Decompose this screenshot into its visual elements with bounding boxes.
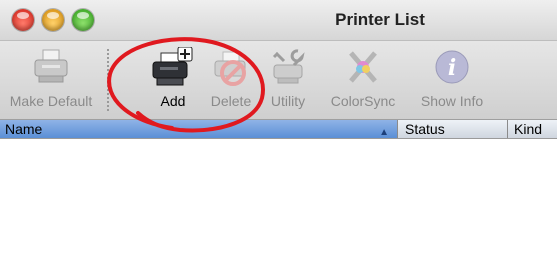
colorsync-button[interactable]: ColorSync	[322, 47, 404, 109]
zoom-window-button[interactable]	[72, 9, 94, 31]
info-icon: i	[435, 50, 469, 84]
column-header-status[interactable]: Status	[399, 120, 508, 138]
window-title: Printer List	[335, 10, 425, 29]
add-printer-icon	[152, 47, 193, 86]
utility-button[interactable]: Utility	[258, 47, 318, 109]
delete-button[interactable]: Delete	[205, 47, 257, 109]
add-button[interactable]: Add	[143, 47, 203, 109]
toolbar-separator	[107, 49, 109, 111]
show-info-button[interactable]: i Show Info	[412, 47, 492, 109]
table-header: Name ▲ Status Kind	[0, 120, 557, 139]
utility-icon	[272, 49, 305, 84]
close-window-button[interactable]	[12, 9, 34, 31]
make-default-label: Make Default	[9, 93, 93, 109]
column-header-kind-label: Kind	[514, 121, 543, 137]
column-header-kind[interactable]: Kind	[509, 120, 557, 138]
colorsync-icon	[349, 51, 377, 83]
add-label: Add	[160, 93, 186, 109]
printer-list[interactable]	[0, 139, 557, 277]
delete-label: Delete	[210, 93, 252, 109]
delete-printer-icon	[214, 51, 246, 86]
title-bar: Printer List	[0, 0, 557, 41]
colorsync-label: ColorSync	[330, 93, 396, 109]
printer-icon	[34, 49, 68, 83]
show-info-label: Show Info	[420, 93, 484, 109]
svg-text:i: i	[448, 55, 456, 81]
column-header-name-label: Name	[5, 121, 43, 137]
minimize-window-button[interactable]	[42, 9, 64, 31]
column-header-status-label: Status	[405, 121, 445, 137]
column-header-name[interactable]: Name ▲	[0, 120, 398, 138]
utility-label: Utility	[270, 93, 306, 109]
make-default-button[interactable]: Make Default	[4, 47, 98, 109]
toolbar: Make Default Add Delete Utility ColorSyn…	[0, 41, 557, 120]
